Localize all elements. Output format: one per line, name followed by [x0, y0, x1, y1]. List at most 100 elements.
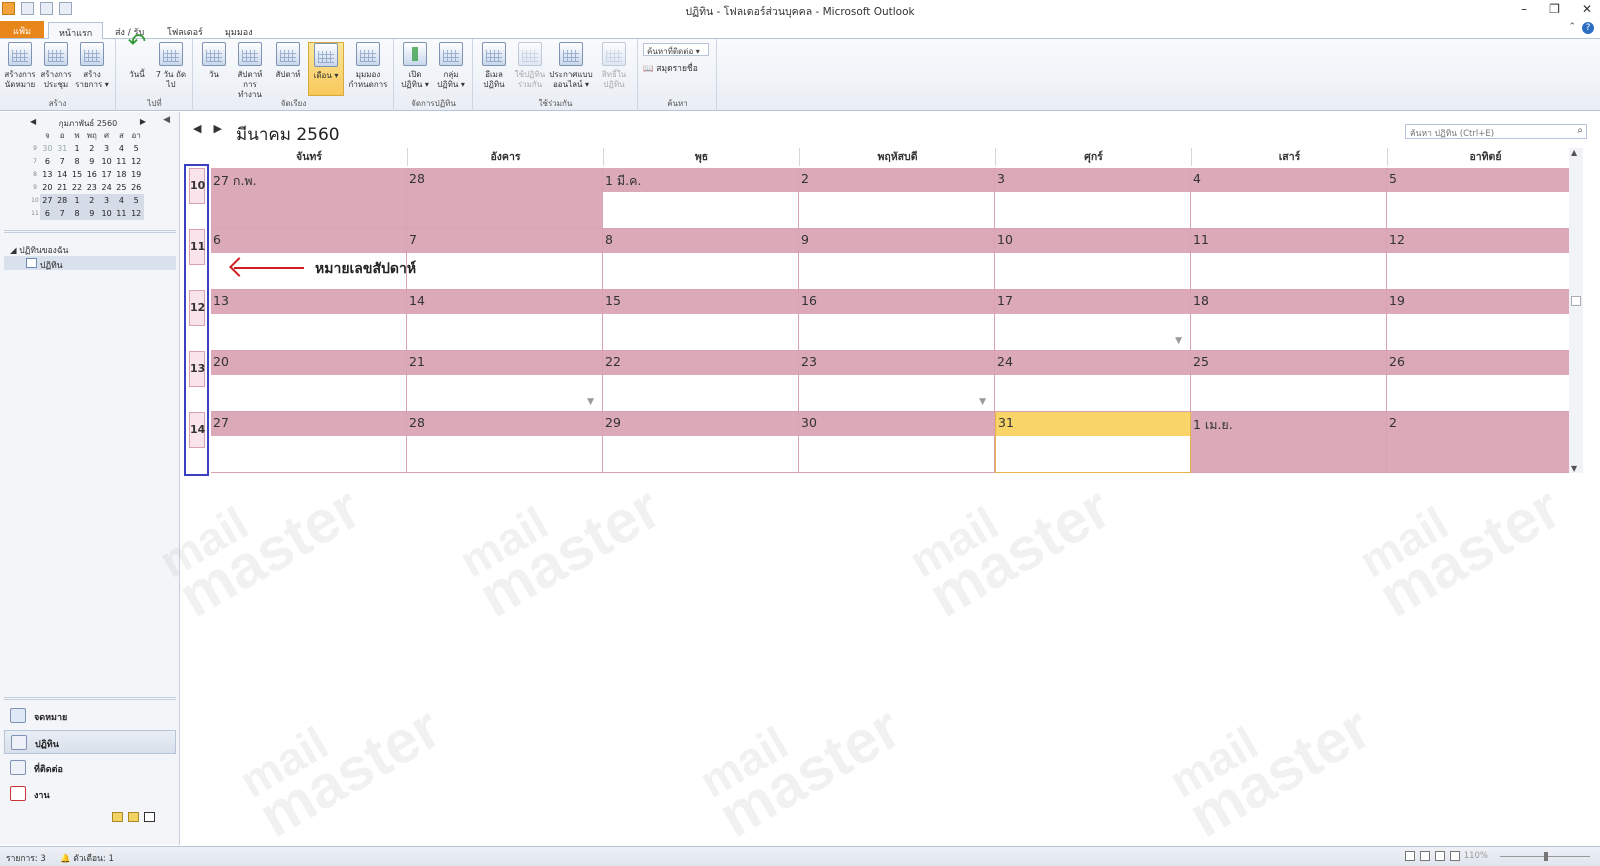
day-cell[interactable]: 22: [603, 351, 799, 412]
day-cell[interactable]: 19: [1387, 290, 1583, 351]
day-cell[interactable]: 12: [1387, 229, 1583, 290]
work-week-view-button[interactable]: สัปดาห์ การทำงาน: [232, 42, 268, 100]
new-meeting-button[interactable]: สร้างการ ประชุม: [38, 42, 74, 90]
close-button[interactable]: ✕: [1582, 2, 1592, 16]
minical-day[interactable]: 8: [69, 207, 85, 220]
minical-day[interactable]: 7: [54, 207, 70, 220]
minical-day[interactable]: 23: [84, 181, 99, 194]
restore-button[interactable]: ❐: [1549, 2, 1560, 16]
nav-mail[interactable]: จดหมาย: [4, 704, 176, 728]
day-cell-today[interactable]: 31: [995, 412, 1191, 473]
new-appointment-button[interactable]: สร้างการ นัดหมาย: [2, 42, 38, 90]
minical-day[interactable]: 3: [99, 194, 114, 207]
minical-day[interactable]: 17: [99, 168, 114, 181]
prev-month-icon[interactable]: ◀: [30, 117, 36, 129]
find-contact-box[interactable]: ค้นหาที่ติดต่อ ▾: [643, 43, 709, 56]
notes-icon[interactable]: [112, 812, 123, 822]
minimize-button[interactable]: –: [1521, 2, 1527, 16]
today-button[interactable]: วันนี้: [119, 38, 155, 80]
nav-tasks[interactable]: งาน: [4, 782, 176, 806]
tab-folder[interactable]: โฟลเดอร์: [157, 22, 213, 39]
schedule-view-button[interactable]: มุมมอง กำหนดการ: [346, 42, 390, 90]
minical-day[interactable]: 30: [40, 142, 55, 155]
minical-day[interactable]: 3: [99, 142, 114, 155]
day-cell[interactable]: 2: [799, 168, 995, 229]
day-cell[interactable]: 28: [407, 168, 603, 229]
folder-list-icon[interactable]: [128, 812, 139, 822]
open-calendar-button[interactable]: เปิด ปฏิทิน ▾: [397, 42, 433, 90]
day-cell[interactable]: 1 มี.ค.: [603, 168, 799, 229]
minical-day[interactable]: 31: [55, 142, 70, 155]
calendar-folder-item[interactable]: ปฏิทิน: [4, 256, 176, 271]
minical-day[interactable]: 4: [114, 142, 129, 155]
week-number[interactable]: 14: [189, 412, 205, 448]
day-cell[interactable]: 27 ก.พ.: [211, 168, 407, 229]
day-cell[interactable]: 21 ▼: [407, 351, 603, 412]
minical-day[interactable]: 15: [70, 168, 85, 181]
minical-day[interactable]: 13: [40, 168, 55, 181]
calendar-permissions-button[interactable]: สิทธิ์ใน ปฏิทิน: [596, 42, 632, 90]
scroll-up-icon[interactable]: ▲: [1571, 148, 1577, 157]
minical-day[interactable]: 27: [40, 194, 55, 207]
normal-view-icon[interactable]: [1405, 851, 1415, 861]
minical-day[interactable]: 9: [84, 207, 100, 220]
scroll-thumb[interactable]: [1571, 296, 1581, 306]
week-number[interactable]: 12: [189, 290, 205, 326]
day-cell[interactable]: 25: [1191, 351, 1387, 412]
minical-day[interactable]: 10: [99, 155, 114, 168]
calendar-view-icon[interactable]: [1450, 851, 1460, 861]
day-cell[interactable]: 30: [799, 412, 995, 473]
minical-day[interactable]: 19: [129, 168, 144, 181]
minical-day[interactable]: 26: [129, 181, 144, 194]
day-cell[interactable]: 29: [603, 412, 799, 473]
day-cell[interactable]: 14: [407, 290, 603, 351]
address-book-button[interactable]: 📖 สมุดรายชื่อ: [643, 61, 698, 75]
minical-day[interactable]: 10: [99, 207, 114, 220]
week-number[interactable]: 11: [189, 229, 205, 265]
minical-day[interactable]: 22: [70, 181, 85, 194]
day-cell[interactable]: 2: [1387, 412, 1583, 473]
day-cell[interactable]: 4: [1191, 168, 1387, 229]
scroll-down-icon[interactable]: ▼: [1571, 464, 1577, 473]
help-icon[interactable]: ?: [1582, 22, 1594, 34]
vertical-scrollbar[interactable]: ▲ ▼: [1569, 148, 1583, 473]
reminders-count[interactable]: 🔔 ตัวเตือน: 1: [60, 851, 114, 865]
day-cell[interactable]: 28: [407, 412, 603, 473]
week-number[interactable]: 13: [189, 351, 205, 387]
minical-day[interactable]: 25: [114, 181, 129, 194]
nav-contacts[interactable]: ที่ติดต่อ: [4, 756, 176, 780]
share-calendar-button[interactable]: ใช้ปฏิทิน ร่วมกัน: [512, 42, 548, 90]
ribbon-minimize-icon[interactable]: ⌃: [1568, 22, 1576, 34]
minical-day[interactable]: 5: [129, 142, 144, 155]
day-cell[interactable]: 18: [1191, 290, 1387, 351]
day-cell[interactable]: 1 เม.ย.: [1191, 412, 1387, 473]
minical-day[interactable]: 2: [84, 142, 99, 155]
day-cell[interactable]: 16: [799, 290, 995, 351]
day-cell[interactable]: 8: [603, 229, 799, 290]
minical-day[interactable]: 12: [128, 207, 144, 220]
minical-day[interactable]: 8: [70, 155, 85, 168]
day-cell[interactable]: 7: [407, 229, 603, 290]
day-cell[interactable]: 23 ▼: [799, 351, 995, 412]
minical-day[interactable]: 16: [84, 168, 99, 181]
minical-day[interactable]: 4: [113, 194, 129, 207]
minical-day[interactable]: 14: [55, 168, 70, 181]
minical-day[interactable]: 6: [40, 155, 55, 168]
zoom-slider[interactable]: [1500, 852, 1590, 861]
minical-day[interactable]: 1: [70, 142, 85, 155]
day-view-button[interactable]: วัน: [196, 42, 232, 80]
day-cell[interactable]: 17 ▼: [995, 290, 1191, 351]
day-cell[interactable]: 27: [211, 412, 407, 473]
minical-day[interactable]: 5: [128, 194, 144, 207]
minical-day[interactable]: 11: [114, 155, 129, 168]
day-cell[interactable]: 5: [1387, 168, 1583, 229]
minical-day[interactable]: 6: [40, 207, 55, 220]
shortcuts-icon[interactable]: [144, 812, 155, 822]
email-calendar-button[interactable]: อีเมล ปฏิทิน: [476, 42, 512, 90]
month-view-button[interactable]: เดือน ▾: [308, 42, 344, 96]
tab-home[interactable]: หน้าแรก: [48, 22, 104, 39]
collapse-pane-icon[interactable]: ◀: [163, 115, 170, 125]
day-cell[interactable]: 11: [1191, 229, 1387, 290]
minical-day[interactable]: 21: [55, 181, 70, 194]
day-cell[interactable]: 3: [995, 168, 1191, 229]
